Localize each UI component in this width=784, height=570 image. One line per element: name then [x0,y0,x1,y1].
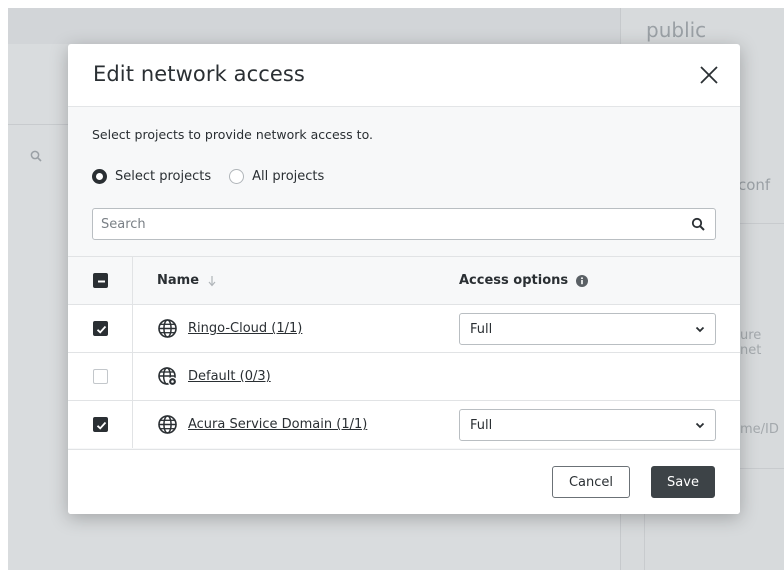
column-divider [132,401,133,448]
checkmark-icon [96,325,107,334]
dialog-description: Select projects to provide network acces… [92,127,373,142]
column-header-name[interactable]: Name [157,273,217,288]
radio-all-projects[interactable] [229,169,245,184]
chevron-down-icon [695,326,705,333]
project-link[interactable]: Ringo-Cloud (1/1) [188,321,302,336]
row-checkbox[interactable] [93,417,108,432]
arrow-down-icon[interactable] [207,275,217,287]
column-divider [132,353,133,400]
save-button[interactable]: Save [651,466,715,498]
table-header-row: Name Access options [68,256,740,304]
access-option-value: Full [470,418,493,433]
select-all-checkbox[interactable] [93,273,108,288]
globe-icon [158,415,177,434]
radio-label-select-projects[interactable]: Select projects [115,169,211,184]
column-header-access: Access options [459,273,589,288]
background-heading: public [646,18,707,42]
project-scope-radio-group: Select projects All projects [92,169,342,184]
dialog-header: Edit network access [68,44,740,107]
search-icon [30,150,42,162]
edit-network-access-dialog: Edit network access Select projects to p… [68,44,740,514]
background-divider [8,124,68,125]
info-icon[interactable] [576,274,589,287]
search-icon[interactable] [691,217,705,231]
table-row: Default (0/3) [68,352,740,400]
dialog-body: Select projects to provide network acces… [68,107,740,449]
access-option-value: Full [470,322,493,337]
globe-icon [158,319,177,338]
background-text-fragment: me/ID [740,422,779,437]
access-option-select[interactable]: Full [459,313,716,345]
column-divider [132,257,133,304]
search-input[interactable] [93,209,653,239]
access-option-select[interactable]: Full [459,409,716,441]
project-link[interactable]: Acura Service Domain (1/1) [188,417,367,432]
search-box [92,208,716,240]
globe-gear-icon [158,367,178,387]
chevron-down-icon [695,422,705,429]
minus-icon [98,280,105,283]
radio-select-projects[interactable] [92,169,107,184]
column-header-access-label: Access options [459,273,569,288]
column-header-name-label: Name [157,273,200,288]
dialog-footer: Cancel Save [68,449,740,514]
row-checkbox[interactable] [93,369,108,384]
project-link[interactable]: Default (0/3) [188,369,271,384]
table-row: Acura Service Domain (1/1) Full [68,400,740,448]
projects-table: Name Access options Ringo-Cloud (1/1) Fu… [68,256,740,448]
close-icon[interactable] [698,64,720,86]
column-divider [132,305,133,352]
radio-label-all-projects[interactable]: All projects [252,169,324,184]
background-text-fragment: conf [738,176,771,194]
cancel-button[interactable]: Cancel [552,466,630,498]
background-text-fragment: ure net [740,328,762,358]
checkmark-icon [96,421,107,430]
row-checkbox[interactable] [93,321,108,336]
table-row: Ringo-Cloud (1/1) Full [68,304,740,352]
dialog-title: Edit network access [93,62,305,86]
